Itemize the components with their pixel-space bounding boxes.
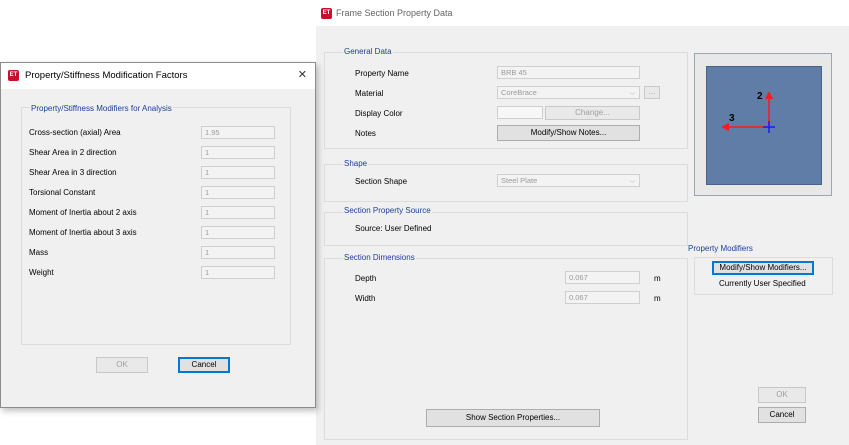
source-title: Section Property Source bbox=[343, 206, 432, 215]
modifiers-status: Currently User Specified bbox=[719, 279, 806, 288]
modifier-input[interactable]: 1 bbox=[201, 266, 275, 279]
frame-dialog-title: Frame Section Property Data bbox=[336, 8, 453, 18]
app-icon: ET bbox=[8, 70, 19, 81]
modifier-input[interactable]: 1 bbox=[201, 166, 275, 179]
section-shape-select[interactable]: Steel Plate ⌵ bbox=[497, 174, 640, 187]
change-color-button[interactable]: Change... bbox=[545, 106, 640, 120]
modifier-input[interactable]: 1 bbox=[201, 186, 275, 199]
mod-ok-button[interactable]: OK bbox=[96, 357, 148, 373]
property-modifiers-title: Property Modifiers bbox=[688, 244, 753, 253]
dimensions-title: Section Dimensions bbox=[343, 253, 416, 262]
material-label: Material bbox=[355, 89, 384, 98]
modifier-label: Cross-section (axial) Area bbox=[29, 128, 121, 137]
frame-dialog-titlebar: ET Frame Section Property Data bbox=[316, 0, 849, 26]
width-unit: m bbox=[654, 294, 661, 303]
notes-label: Notes bbox=[355, 129, 376, 138]
modifier-label: Shear Area in 3 direction bbox=[29, 168, 117, 177]
modification-factors-dialog: ET Property/Stiffness Modification Facto… bbox=[0, 62, 316, 408]
material-browse-button[interactable]: ... bbox=[644, 86, 660, 99]
axis-3-label: 3 bbox=[729, 113, 735, 124]
preview-canvas: 2 3 bbox=[706, 66, 822, 185]
depth-label: Depth bbox=[355, 274, 377, 283]
width-label: Width bbox=[355, 294, 376, 303]
material-select[interactable]: CoreBrace ⌵ bbox=[497, 86, 640, 99]
modifier-label: Moment of Inertia about 2 axis bbox=[29, 208, 137, 217]
modifier-input[interactable]: 1 bbox=[201, 226, 275, 239]
chevron-down-icon: ⌵ bbox=[629, 176, 635, 185]
display-color-swatch[interactable] bbox=[497, 106, 543, 119]
modify-notes-button[interactable]: Modify/Show Notes... bbox=[497, 125, 640, 141]
depth-unit: m bbox=[654, 274, 661, 283]
modifier-input[interactable]: 1.95 bbox=[201, 126, 275, 139]
mod-dialog-titlebar: ET Property/Stiffness Modification Facto… bbox=[1, 63, 315, 89]
app-icon: ET bbox=[321, 8, 332, 19]
display-color-label: Display Color bbox=[355, 109, 403, 118]
modifier-input[interactable]: 1 bbox=[201, 146, 275, 159]
modifier-input[interactable]: 1 bbox=[201, 246, 275, 259]
depth-input[interactable]: 0.067 bbox=[565, 271, 640, 284]
width-input[interactable]: 0.067 bbox=[565, 291, 640, 304]
cancel-button[interactable]: Cancel bbox=[758, 407, 806, 423]
section-shape-label: Section Shape bbox=[355, 177, 408, 186]
close-icon[interactable]: ✕ bbox=[298, 68, 307, 81]
property-name-input[interactable]: BRB 45 bbox=[497, 66, 640, 79]
modifier-label: Mass bbox=[29, 248, 49, 257]
section-shape-value: Steel Plate bbox=[501, 176, 538, 185]
modifier-label: Shear Area in 2 direction bbox=[29, 148, 117, 157]
axis-3-arrowhead bbox=[721, 123, 729, 131]
modifier-label: Torsional Constant bbox=[29, 188, 96, 197]
shape-title: Shape bbox=[343, 159, 369, 168]
mod-dialog-title: Property/Stiffness Modification Factors bbox=[25, 70, 188, 81]
chevron-down-icon: ⌵ bbox=[629, 88, 635, 97]
axis-2-label: 2 bbox=[757, 91, 763, 102]
general-data-title: General Data bbox=[343, 47, 393, 56]
section-preview: 2 3 bbox=[694, 53, 832, 196]
modifier-label: Moment of Inertia about 3 axis bbox=[29, 228, 137, 237]
axis-2-arrowhead bbox=[765, 91, 773, 99]
modify-show-modifiers-button[interactable]: Modify/Show Modifiers... bbox=[712, 261, 814, 275]
show-section-properties-button[interactable]: Show Section Properties... bbox=[426, 409, 600, 427]
mod-cancel-button[interactable]: Cancel bbox=[178, 357, 230, 373]
frame-section-dialog: ET Frame Section Property Data General D… bbox=[316, 0, 849, 445]
modifiers-group-title: Property/Stiffness Modifiers for Analysi… bbox=[30, 104, 173, 113]
material-value: CoreBrace bbox=[501, 88, 537, 97]
ok-button[interactable]: OK bbox=[758, 387, 806, 403]
modifier-label: Weight bbox=[29, 268, 54, 277]
modifier-input[interactable]: 1 bbox=[201, 206, 275, 219]
source-text: Source: User Defined bbox=[355, 224, 432, 233]
property-name-label: Property Name bbox=[355, 69, 409, 78]
local-axes-graphic bbox=[721, 91, 775, 133]
